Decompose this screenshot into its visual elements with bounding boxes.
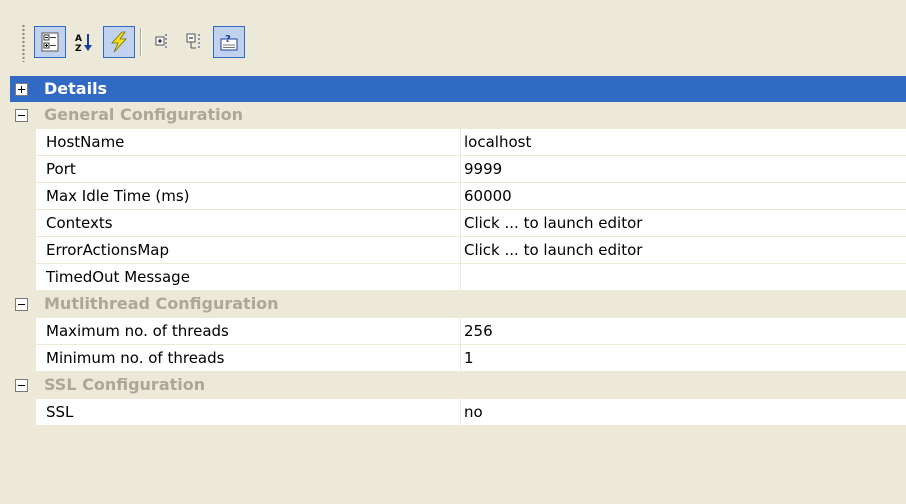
property-row-contexts[interactable]: Contexts Click ... to launch editor [10,210,906,237]
property-value[interactable]: no [461,399,906,426]
property-value[interactable]: Click ... to launch editor [461,210,906,237]
property-value[interactable] [461,264,906,291]
property-row-error-actions-map[interactable]: ErrorActionsMap Click ... to launch edit… [10,237,906,264]
category-label: General Configuration [44,105,243,124]
property-grid: Details General Configuration HostName l… [10,76,906,504]
collapse-all-button[interactable] [180,26,212,58]
property-name: Maximum no. of threads [36,318,461,345]
collapse-minus-icon[interactable] [15,109,28,122]
expand-all-icon [155,34,167,50]
categorized-view-button[interactable] [34,26,66,58]
collapse-minus-icon[interactable] [15,298,28,311]
property-row-port[interactable]: Port 9999 [10,156,906,183]
property-row-hostname[interactable]: HostName localhost [10,129,906,156]
toolbar-grip[interactable] [22,24,25,62]
help-description-button[interactable]: ? [213,26,245,58]
events-button[interactable] [103,26,135,58]
category-details[interactable]: Details [10,76,906,102]
property-name: ErrorActionsMap [36,237,461,264]
help-description-icon: ? [220,34,238,51]
property-row-ssl[interactable]: SSL no [10,399,906,426]
svg-text:Z: Z [75,44,82,53]
property-value[interactable]: 1 [461,345,906,372]
svg-text:A: A [75,34,82,44]
property-row-maximum-threads[interactable]: Maximum no. of threads 256 [10,318,906,345]
category-multithread-configuration[interactable]: Mutlithread Configuration [10,291,906,318]
property-name: SSL [36,399,461,426]
property-name: Port [36,156,461,183]
category-label: SSL Configuration [44,375,206,394]
property-name: TimedOut Message [36,264,461,291]
category-label: Details [44,79,108,98]
toolbar-separator [140,28,142,56]
property-value[interactable]: 9999 [461,156,906,183]
property-row-max-idle-time[interactable]: Max Idle Time (ms) 60000 [10,183,906,210]
lightning-events-icon [111,31,127,53]
sort-alphabetical-icon: A Z [75,34,92,53]
property-name: Minimum no. of threads [36,345,461,372]
property-row-minimum-threads[interactable]: Minimum no. of threads 1 [10,345,906,372]
expand-plus-icon[interactable] [15,83,28,96]
property-value[interactable]: 60000 [461,183,906,210]
property-value[interactable]: Click ... to launch editor [461,237,906,264]
property-value[interactable]: localhost [461,129,906,156]
expand-all-button[interactable] [148,26,180,58]
categorized-view-icon [41,32,59,52]
property-row-timedout-message[interactable]: TimedOut Message [10,264,906,291]
category-general-configuration[interactable]: General Configuration [10,102,906,129]
property-name: HostName [36,129,461,156]
property-grid-toolbar: A Z ? [0,0,906,76]
property-value[interactable]: 256 [461,318,906,345]
property-name: Max Idle Time (ms) [36,183,461,210]
category-ssl-configuration[interactable]: SSL Configuration [10,372,906,399]
collapse-minus-icon[interactable] [15,379,28,392]
alphabetical-sort-button[interactable]: A Z [68,26,100,58]
category-label: Mutlithread Configuration [44,294,279,313]
property-name: Contexts [36,210,461,237]
collapse-all-icon [186,33,200,50]
svg-text:?: ? [225,34,231,45]
